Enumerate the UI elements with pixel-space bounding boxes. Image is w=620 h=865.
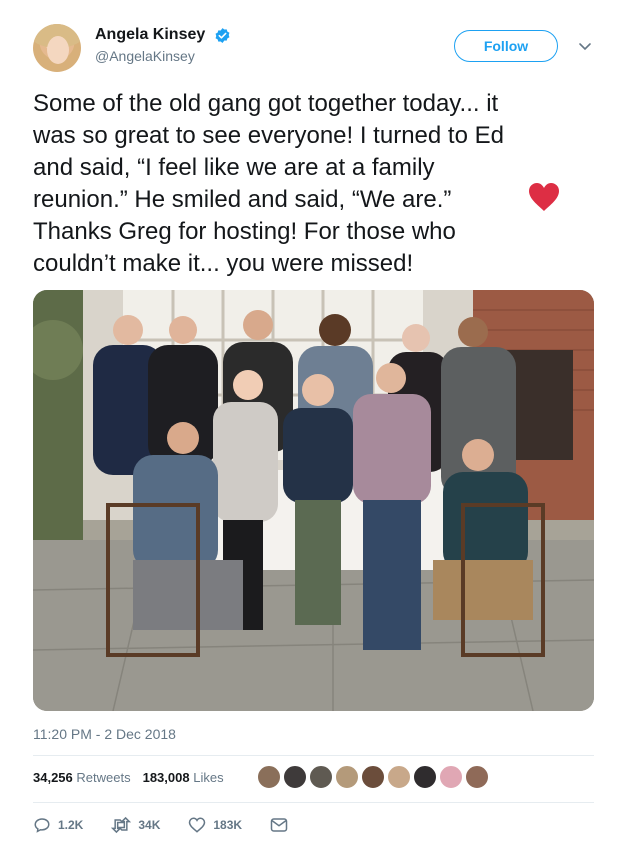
tweet-stats: 34,256 Retweets 183,008 Likes	[33, 770, 224, 785]
likes-count: 183,008	[142, 770, 190, 785]
reply-button[interactable]: 1.2K	[33, 816, 83, 834]
liker-avatar[interactable]	[439, 765, 463, 789]
liker-avatar[interactable]	[387, 765, 411, 789]
direct-message-button[interactable]	[270, 817, 295, 833]
reply-icon	[34, 818, 50, 833]
tweet-photo[interactable]	[33, 290, 594, 711]
envelope-icon	[270, 818, 288, 832]
follow-button[interactable]: Follow	[454, 30, 558, 62]
tweet-actions: 1.2K 34K 183K	[33, 816, 323, 834]
red-heart-emoji-icon	[529, 183, 559, 211]
author-handle[interactable]: @AngelaKinsey	[95, 48, 231, 64]
tweet-text: Some of the old gang got together today.…	[33, 90, 504, 277]
divider	[33, 802, 594, 803]
retweet-count: 34K	[138, 818, 161, 832]
author-avatar[interactable]	[33, 24, 81, 72]
liker-avatar[interactable]	[257, 765, 281, 789]
verified-badge-icon	[215, 27, 230, 43]
reply-count: 1.2K	[58, 818, 84, 832]
liker-avatars	[257, 765, 491, 789]
liker-avatar[interactable]	[465, 765, 489, 789]
retweet-icon	[111, 816, 132, 834]
author-name[interactable]: Angela Kinsey	[95, 26, 205, 44]
heart-icon	[189, 817, 206, 833]
retweet-button[interactable]: 34K	[111, 816, 160, 834]
author-info: Angela Kinsey @AngelaKinsey	[95, 26, 231, 64]
likes-label: Likes	[193, 770, 224, 785]
group-photo-image	[33, 290, 594, 711]
liker-avatar[interactable]	[361, 765, 385, 789]
tweet-timestamp[interactable]: 11:20 PM - 2 Dec 2018	[33, 726, 176, 742]
retweets-stat[interactable]: 34,256 Retweets	[33, 770, 131, 785]
liker-avatar[interactable]	[309, 765, 333, 789]
like-button[interactable]: 183K	[188, 816, 242, 834]
tweet-header: Angela Kinsey @AngelaKinsey Follow	[33, 20, 603, 76]
chevron-down-icon[interactable]	[578, 39, 592, 53]
retweets-count: 34,256	[33, 770, 73, 785]
retweets-label: Retweets	[76, 770, 131, 785]
like-count: 183K	[213, 818, 243, 832]
liker-avatar[interactable]	[335, 765, 359, 789]
liker-avatar[interactable]	[413, 765, 437, 789]
divider	[33, 755, 594, 756]
likes-stat[interactable]: 183,008 Likes	[143, 770, 224, 785]
liker-avatar[interactable]	[283, 765, 307, 789]
